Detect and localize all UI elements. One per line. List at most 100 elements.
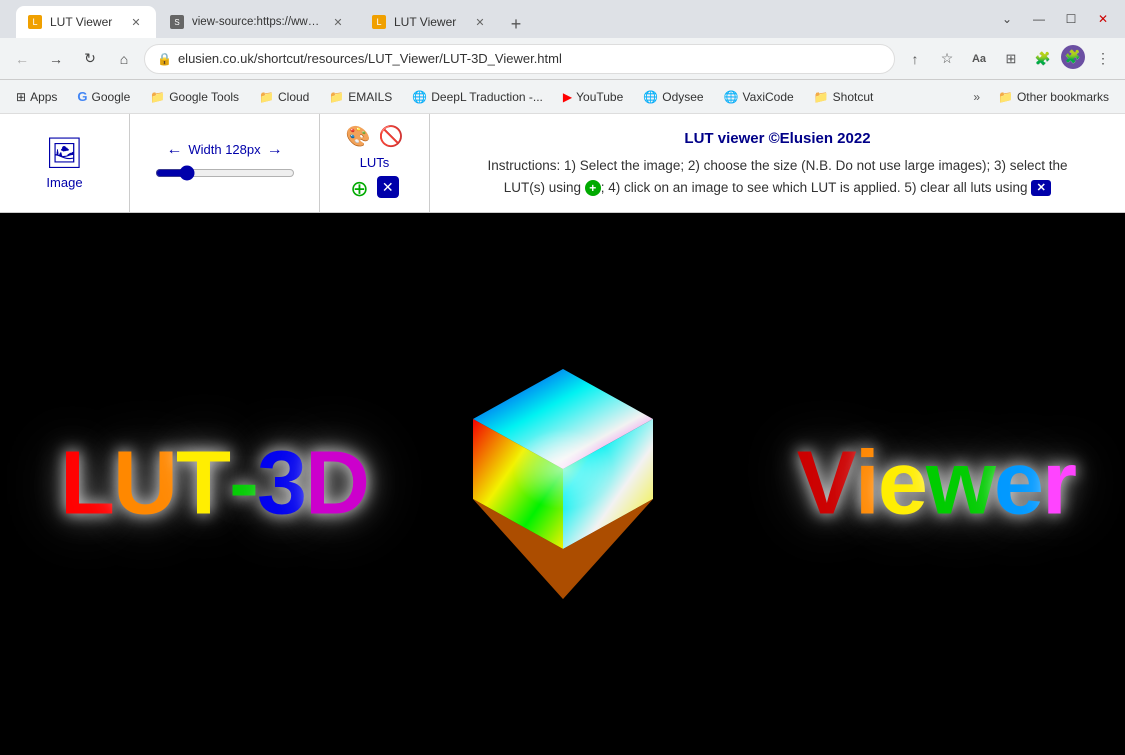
share-icon[interactable]: ↑ [901, 45, 929, 73]
folder-icon-cloud: 📁 [259, 90, 274, 104]
reader-mode-icon[interactable]: Aa [965, 45, 993, 73]
width-controls: ← Width 128px → [155, 141, 295, 186]
bookmark-google-tools-label: Google Tools [169, 90, 239, 104]
letter-D: D [305, 433, 368, 536]
tab-lut-viewer-3[interactable]: L LUT Viewer ✕ [360, 6, 500, 38]
bookmark-apps-label: Apps [30, 90, 57, 104]
bookmark-other-label: Other bookmarks [1017, 90, 1109, 104]
tab-title-2: view-source:https://www.elusien... [192, 16, 322, 28]
new-tab-button[interactable]: + [502, 10, 530, 38]
bookmark-deepl[interactable]: 🌐 DeepL Traduction -... [404, 86, 551, 108]
bookmark-other[interactable]: 📁 Other bookmarks [990, 86, 1117, 108]
add-icon-inline: + [585, 180, 601, 196]
menu-icon[interactable]: ⋮ [1089, 45, 1117, 73]
clear-lut-icon[interactable]: ✕ [377, 176, 399, 198]
width-slider-container [155, 165, 295, 186]
maximize-button[interactable]: ☐ [1057, 5, 1085, 33]
folder-icon-emails: 📁 [329, 90, 344, 104]
add-lut-icon[interactable]: ⊕ [350, 176, 368, 202]
instructions-section: LUT viewer ©Elusien 2022 Instructions: 1… [430, 114, 1125, 212]
letter-r: r [1042, 433, 1075, 536]
bookmark-deepl-label: DeepL Traduction -... [431, 90, 543, 104]
tab-close-3[interactable]: ✕ [472, 14, 488, 30]
luts-section: 🎨 🚫 LUTs ⊕ ✕ [320, 114, 430, 212]
bookmark-apps[interactable]: ⊞ Apps [8, 86, 65, 108]
letter-dash: - [229, 433, 257, 536]
tab-title-1: LUT Viewer [50, 15, 120, 29]
bookmark-star-icon[interactable]: ☆ [933, 45, 961, 73]
lut-3d-title: L U T - 3 D [60, 433, 368, 536]
bookmark-emails[interactable]: 📁 EMAILS [321, 86, 400, 108]
width-value: Width 128px [188, 142, 260, 157]
bookmark-google-tools[interactable]: 📁 Google Tools [142, 86, 247, 108]
app-toolbar: 🖼 Image ← Width 128px → [0, 114, 1125, 213]
tab-close-2[interactable]: ✕ [330, 14, 346, 30]
google-icon: G [77, 89, 87, 104]
title-bar: L LUT Viewer ✕ S view-source:https://www… [0, 0, 1125, 38]
url-display: elusien.co.uk/shortcut/resources/LUT_Vie… [178, 51, 882, 66]
bookmark-google[interactable]: G Google [69, 85, 138, 108]
tab-title-3: LUT Viewer [394, 15, 464, 29]
luts-label: LUTs [360, 155, 390, 170]
bookmark-vaxicode[interactable]: 🌐 VaxiCode [716, 86, 802, 108]
width-label: ← Width 128px → [166, 141, 282, 159]
profile-icon[interactable]: 🧩 [1061, 45, 1085, 69]
tab-close-1[interactable]: ✕ [128, 14, 144, 30]
viewer-title: V i e w e r [797, 433, 1075, 536]
no-entry-icon: 🚫 [379, 124, 404, 149]
page-content: 🖼 Image ← Width 128px → [0, 114, 1125, 755]
home-button[interactable]: ⌂ [110, 45, 138, 73]
folder-icon-tools: 📁 [150, 90, 165, 104]
bookmark-cloud[interactable]: 📁 Cloud [251, 86, 317, 108]
bookmarks-more-button[interactable]: » [967, 86, 986, 108]
tab-favicon-3: L [372, 15, 386, 29]
tab-source[interactable]: S view-source:https://www.elusien... ✕ [158, 6, 358, 38]
security-lock-icon: 🔒 [157, 52, 172, 66]
clear-icon-inline: ✕ [1031, 180, 1051, 196]
instructions-text-part2: ; 4) click on an image to see which LUT … [601, 180, 1031, 195]
letter-w: w [926, 433, 994, 536]
letter-U: U [113, 433, 176, 536]
apps-grid-icon: ⊞ [16, 90, 26, 104]
letter-L: L [60, 433, 113, 536]
deepl-icon: 🌐 [412, 90, 427, 104]
image-button[interactable]: 🖼 Image [45, 136, 83, 190]
address-bar[interactable]: 🔒 elusien.co.uk/shortcut/resources/LUT_V… [144, 44, 895, 74]
lut-cube [453, 354, 673, 614]
image-section: 🖼 Image [0, 114, 130, 212]
tab-lut-viewer-1[interactable]: L LUT Viewer ✕ [16, 6, 156, 38]
forward-button[interactable]: → [42, 45, 70, 73]
width-range-input[interactable] [155, 165, 295, 181]
arrow-right-icon: → [267, 141, 283, 159]
instructions-content: LUT viewer ©Elusien 2022 Instructions: 1… [468, 127, 1088, 198]
letter-e2: e [994, 433, 1042, 536]
bookmark-vaxicode-label: VaxiCode [743, 90, 794, 104]
odysee-icon: 🌐 [643, 90, 658, 104]
luts-top-icons: 🎨 🚫 [346, 124, 404, 149]
close-button[interactable]: ✕ [1089, 5, 1117, 33]
toolbar-icons: ↑ ☆ Aa ⊞ 🧩 🧩 ⋮ [901, 45, 1117, 73]
luts-bottom-icons: ⊕ ✕ [350, 176, 398, 202]
tab-favicon-2: S [170, 15, 184, 29]
reload-button[interactable]: ↻ [76, 45, 104, 73]
extensions-icon[interactable]: 🧩 [1029, 45, 1057, 73]
window-controls: ⌄ — ☐ ✕ [993, 5, 1117, 33]
minimize-windows-button[interactable]: ⌄ [993, 5, 1021, 33]
letter-3: 3 [257, 433, 305, 536]
minimize-button[interactable]: — [1025, 5, 1053, 33]
cube-svg [458, 359, 668, 609]
bookmark-odysee-label: Odysee [662, 90, 703, 104]
other-bookmarks-folder-icon: 📁 [998, 90, 1013, 104]
youtube-icon: ▶ [563, 90, 572, 104]
navigation-toolbar: ← → ↻ ⌂ 🔒 elusien.co.uk/shortcut/resourc… [0, 38, 1125, 80]
instructions-body: Instructions: 1) Select the image; 2) ch… [468, 155, 1088, 198]
bookmark-shotcut[interactable]: 📁 Shotcut [806, 86, 882, 108]
back-button[interactable]: ← [8, 45, 36, 73]
bookmark-odysee[interactable]: 🌐 Odysee [635, 86, 711, 108]
bookmark-youtube[interactable]: ▶ YouTube [555, 86, 631, 108]
extensions-grid-icon[interactable]: ⊞ [997, 45, 1025, 73]
bookmark-google-label: Google [92, 90, 131, 104]
browser-window: L LUT Viewer ✕ S view-source:https://www… [0, 0, 1125, 755]
image-icon: 🖼 [45, 136, 83, 171]
tab-favicon-1: L [28, 15, 42, 29]
